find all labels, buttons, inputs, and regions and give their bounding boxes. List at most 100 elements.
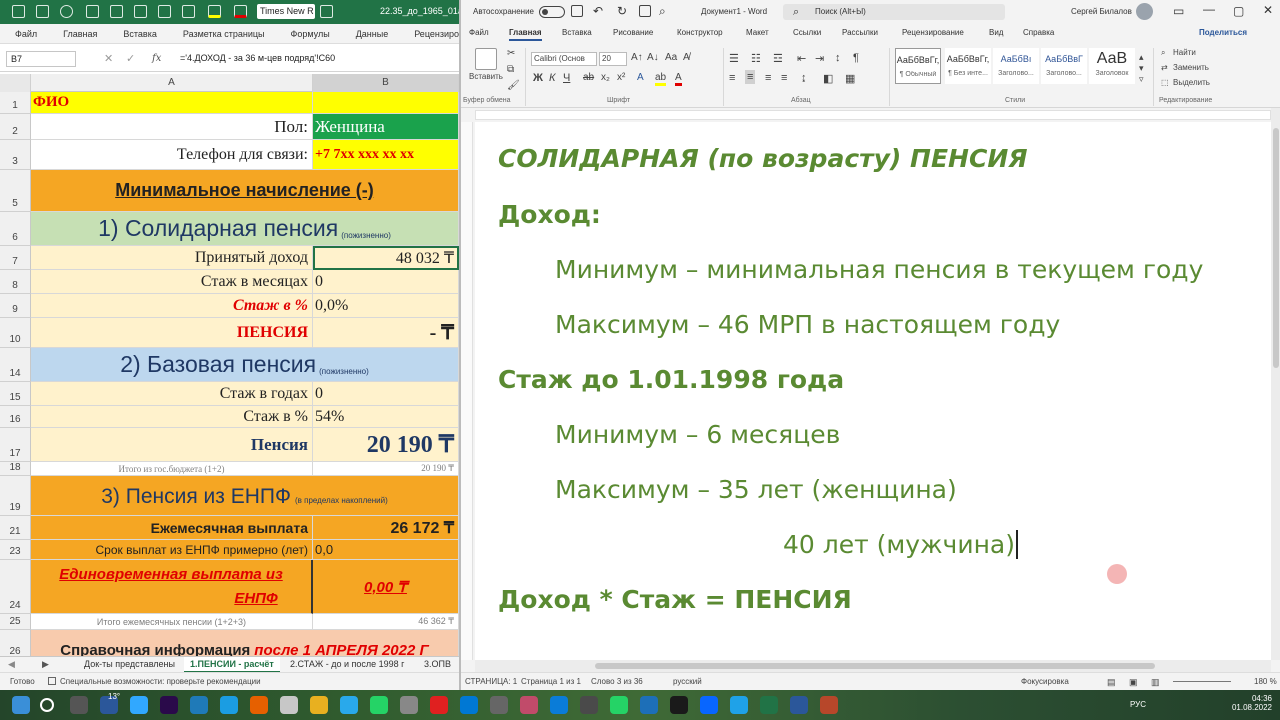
tab-design[interactable]: Конструктор [677, 28, 723, 37]
cell-a23[interactable]: Срок выплат из ЕНПФ примерно (лет) [31, 540, 313, 560]
paste-button[interactable]: Вставить [469, 72, 503, 81]
whatsapp-icon[interactable] [370, 696, 388, 714]
text-effects-icon[interactable]: A [637, 72, 644, 83]
cell-b10[interactable]: - ₸ [313, 318, 459, 348]
vertical-ruler[interactable] [461, 122, 473, 660]
open-icon[interactable] [110, 5, 123, 18]
fx-icon[interactable]: fx [152, 53, 161, 64]
cell-a1[interactable]: ФИО [31, 92, 313, 114]
fill-color-icon[interactable] [208, 5, 221, 18]
formula-input[interactable]: ='4.ДОХОД - за 36 м-цев подряд'!C60 [180, 53, 335, 63]
telegram-icon[interactable] [340, 696, 358, 714]
tab-mailings[interactable]: Рассылки [842, 28, 878, 37]
web-layout-icon[interactable]: ▥ [1151, 677, 1160, 688]
column-a-header[interactable]: A [31, 74, 313, 92]
numbering-icon[interactable]: ☷ [751, 52, 761, 65]
print-preview-icon[interactable] [86, 5, 99, 18]
sort-icon[interactable]: ↕ [835, 52, 841, 64]
new-doc-icon[interactable] [639, 5, 651, 17]
cell-b25[interactable]: 46 362 ₸ [313, 614, 459, 630]
find-button[interactable]: Найти [1173, 48, 1196, 57]
cell-b16[interactable]: 54% [313, 406, 459, 428]
replace-icon[interactable]: ⇄ [1161, 63, 1168, 72]
redo-icon[interactable]: ↻ [617, 4, 627, 18]
app-icon[interactable] [400, 696, 418, 714]
undo-icon[interactable] [36, 5, 49, 18]
cell-a3[interactable]: Телефон для связи: [31, 140, 313, 170]
app-icon[interactable] [700, 696, 718, 714]
app-icon[interactable] [520, 696, 538, 714]
tab-insert[interactable]: Вставка [562, 28, 592, 37]
styles-scroll-icon[interactable]: ▴ ▾ ▿ [1139, 52, 1144, 85]
doc-line-max-income[interactable]: Максимум – 46 МРП в настоящем году [555, 310, 1060, 339]
clock[interactable]: 04:36 01.08.2022 [1232, 694, 1272, 712]
avatar[interactable] [1136, 3, 1153, 20]
premiere-icon[interactable] [160, 696, 178, 714]
style-title[interactable]: АаВ Заголовок [1089, 48, 1135, 84]
doc-line-min-experience[interactable]: Минимум – 6 месяцев [555, 420, 840, 449]
shading-icon[interactable]: ◧ [823, 72, 833, 85]
row-header[interactable]: 5 [0, 170, 31, 212]
italic-icon[interactable]: К [549, 72, 555, 84]
tab-file[interactable]: Файл [0, 29, 48, 39]
style-no-spacing[interactable]: АаБбВвГг, ¶ Без инте... [945, 48, 991, 84]
shrink-font-icon[interactable]: A↓ [647, 52, 659, 63]
row-header[interactable]: 18 [0, 462, 31, 476]
weather-label[interactable]: 13° [108, 692, 120, 701]
horizontal-ruler[interactable] [475, 110, 1271, 120]
document-page[interactable]: СОЛИДАРНАЯ (по возрасту) ПЕНСИЯ Доход: М… [475, 122, 1271, 660]
cell-a8[interactable]: Стаж в месяцах [31, 270, 313, 294]
app-icon[interactable] [610, 696, 628, 714]
paste-icon[interactable] [475, 48, 497, 70]
accessibility-icon[interactable] [48, 677, 56, 685]
replace-button[interactable]: Заменить [1173, 63, 1209, 72]
share-button[interactable]: Поделиться [1199, 28, 1247, 37]
bullets-icon[interactable]: ☰ [729, 52, 739, 65]
row-header[interactable]: 19 [0, 476, 31, 516]
align-left-icon[interactable]: ≡ [729, 72, 735, 84]
cell-b23[interactable]: 0,0 [313, 540, 459, 560]
tab-data[interactable]: Данные [341, 29, 400, 39]
font-size-select[interactable]: 20 [599, 52, 627, 66]
cell-a25[interactable]: Итого ежемесячных пенсии (1+2+3) [31, 614, 313, 630]
cell-a6[interactable]: 1) Солидарная пенсия (пожизненно) [31, 212, 459, 246]
subscript-icon[interactable]: x₂ [601, 72, 610, 83]
tab-file[interactable]: Файл [469, 28, 489, 37]
user-name[interactable]: Сергей Билалов [1071, 7, 1132, 16]
cell-a10[interactable]: ПЕНСИЯ [31, 318, 313, 348]
cell-a21[interactable]: Ежемесячная выплата [31, 516, 313, 540]
cell-b15[interactable]: 0 [313, 382, 459, 406]
print-layout-icon[interactable]: ▣ [1129, 677, 1138, 688]
bold-icon[interactable]: Ж [533, 72, 543, 84]
cell-a18[interactable]: Итого из гос.бюджета (1+2) [31, 462, 313, 476]
doc-line-max-experience-men[interactable]: 40 лет (мужчина) [783, 530, 1018, 559]
tab-view[interactable]: Вид [989, 28, 1003, 37]
clear-format-icon[interactable]: A̸ [683, 52, 690, 63]
row-header[interactable]: 16 [0, 406, 31, 428]
align-right-icon[interactable]: ≡ [765, 72, 771, 84]
doc-heading[interactable]: СОЛИДАРНАЯ (по возрасту) ПЕНСИЯ [498, 144, 1028, 173]
underline-icon[interactable]: Ч [563, 72, 570, 84]
grow-font-icon[interactable]: A↑ [631, 52, 643, 63]
style-normal[interactable]: АаБбВвГг, ¶ Обычный [895, 48, 941, 84]
ribbon-options-icon[interactable]: ▭ [1173, 4, 1184, 18]
maximize-icon[interactable]: ▢ [1233, 4, 1244, 18]
row-header[interactable]: 23 [0, 540, 31, 560]
row-header[interactable]: 25 [0, 614, 31, 630]
excel-taskbar-icon[interactable] [760, 696, 778, 714]
cell-b3[interactable]: +7 7xx xxx xx xx [313, 140, 459, 170]
status-zoom[interactable]: 180 % [1254, 677, 1277, 686]
tab-insert[interactable]: Вставка [108, 29, 167, 39]
doc-line-min-income[interactable]: Минимум – минимальная пенсия в текущем г… [555, 255, 1203, 284]
cell-a16[interactable]: Стаж в % [31, 406, 313, 428]
doc-line-formula[interactable]: Доход * Стаж = ПЕНСИЯ [498, 585, 852, 614]
scroll-thumb[interactable] [595, 663, 1155, 669]
cut-icon[interactable]: ✂ [507, 48, 515, 59]
status-page[interactable]: СТРАНИЦА: 1 [465, 677, 517, 686]
word-taskbar-icon[interactable] [790, 696, 808, 714]
file-explorer-icon[interactable] [310, 696, 328, 714]
strikethrough-icon[interactable]: ab [583, 72, 594, 83]
cell-b24[interactable]: 0,00 ₸ [313, 560, 459, 614]
row-header[interactable]: 1 [0, 92, 31, 114]
horizontal-scrollbar[interactable] [475, 660, 1271, 672]
